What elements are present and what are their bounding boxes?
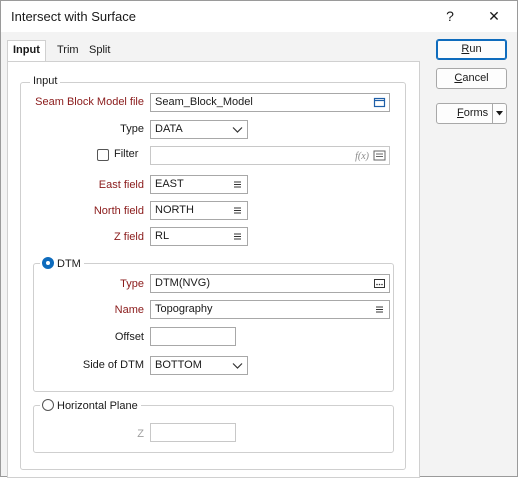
- dtm-legend: DTM: [40, 257, 84, 270]
- side-of-dtm-select[interactable]: BOTTOM: [150, 356, 248, 375]
- cancel-button-label: ancel: [462, 72, 489, 84]
- file-browse-icon[interactable]: [373, 96, 386, 109]
- east-field-input[interactable]: EAST: [150, 175, 248, 194]
- type-label: Type: [120, 123, 144, 135]
- east-field-value: EAST: [155, 178, 184, 190]
- north-field-value: NORTH: [155, 204, 194, 216]
- filter-checkbox[interactable]: [97, 149, 109, 161]
- chevron-down-icon: [232, 363, 243, 369]
- title-bar: Intersect with Surface ? ✕: [1, 1, 517, 32]
- seam-block-model-file-input[interactable]: Seam_Block_Model: [150, 93, 390, 112]
- horizontal-plane-legend: Horizontal Plane: [40, 399, 141, 412]
- forms-split-divider: [492, 104, 493, 123]
- z-field-label: Z field: [114, 231, 144, 243]
- z-input[interactable]: [150, 423, 236, 442]
- chevron-down-icon: [232, 127, 243, 133]
- north-field-label: North field: [93, 205, 144, 217]
- ellipsis-icon[interactable]: [373, 277, 386, 290]
- offset-input[interactable]: [150, 327, 236, 346]
- z-field-value: RL: [155, 230, 170, 242]
- tab-input[interactable]: Input: [7, 40, 46, 61]
- list-icon[interactable]: [373, 149, 386, 162]
- side-of-dtm-value: BOTTOM: [155, 359, 202, 371]
- dtm-type-value: DTM(NVG): [155, 277, 210, 289]
- dtm-type-input[interactable]: DTM(NVG): [150, 274, 390, 293]
- chevron-down-icon[interactable]: [494, 109, 505, 118]
- north-field-input[interactable]: NORTH: [150, 201, 248, 220]
- list-icon[interactable]: [373, 303, 386, 316]
- east-field-label: East field: [98, 179, 144, 191]
- list-icon[interactable]: [231, 178, 244, 191]
- dtm-name-input[interactable]: Topography: [150, 300, 390, 319]
- seam-block-model-file-value: Seam_Block_Model: [155, 96, 253, 108]
- intersect-with-surface-dialog: Intersect with Surface ? ✕ Input Trim Sp…: [0, 0, 518, 478]
- seam-block-model-file-label: Seam Block Model file: [35, 96, 144, 108]
- forms-button-mnemonic: F: [457, 107, 464, 119]
- window-title: Intersect with Surface: [11, 9, 136, 24]
- dtm-name-value: Topography: [155, 303, 213, 315]
- dtm-radio[interactable]: [42, 257, 54, 269]
- tab-trim[interactable]: Trim: [52, 41, 84, 60]
- input-group-legend: Input: [30, 75, 61, 87]
- forms-button-label: orms: [463, 107, 489, 119]
- help-button[interactable]: ?: [435, 5, 465, 27]
- filter-label: Filter: [114, 148, 139, 160]
- forms-button[interactable]: Forms: [436, 103, 507, 124]
- tab-split[interactable]: Split: [84, 41, 115, 60]
- type-select[interactable]: DATA: [150, 120, 248, 139]
- filter-input[interactable]: f(x): [150, 146, 390, 165]
- horizontal-plane-radio[interactable]: [42, 399, 54, 411]
- list-icon[interactable]: [231, 230, 244, 243]
- z-field-input[interactable]: RL: [150, 227, 248, 246]
- dtm-type-label: Type: [120, 278, 144, 290]
- function-icon[interactable]: f(x): [355, 148, 369, 165]
- input-tab-panel: Input Seam Block Model file Seam_Block_M…: [7, 61, 420, 478]
- run-button-label: un: [469, 43, 482, 55]
- offset-label: Offset: [114, 331, 144, 343]
- dtm-legend-text: DTM: [57, 258, 81, 270]
- z-label: Z: [137, 428, 144, 440]
- close-button[interactable]: ✕: [479, 5, 509, 27]
- dtm-name-label: Name: [114, 304, 144, 316]
- type-value: DATA: [155, 123, 183, 135]
- side-of-dtm-label: Side of DTM: [82, 359, 144, 371]
- run-button[interactable]: Run: [436, 39, 507, 60]
- cancel-button[interactable]: Cancel: [436, 68, 507, 89]
- list-icon[interactable]: [231, 204, 244, 217]
- horizontal-plane-legend-text: Horizontal Plane: [57, 400, 138, 412]
